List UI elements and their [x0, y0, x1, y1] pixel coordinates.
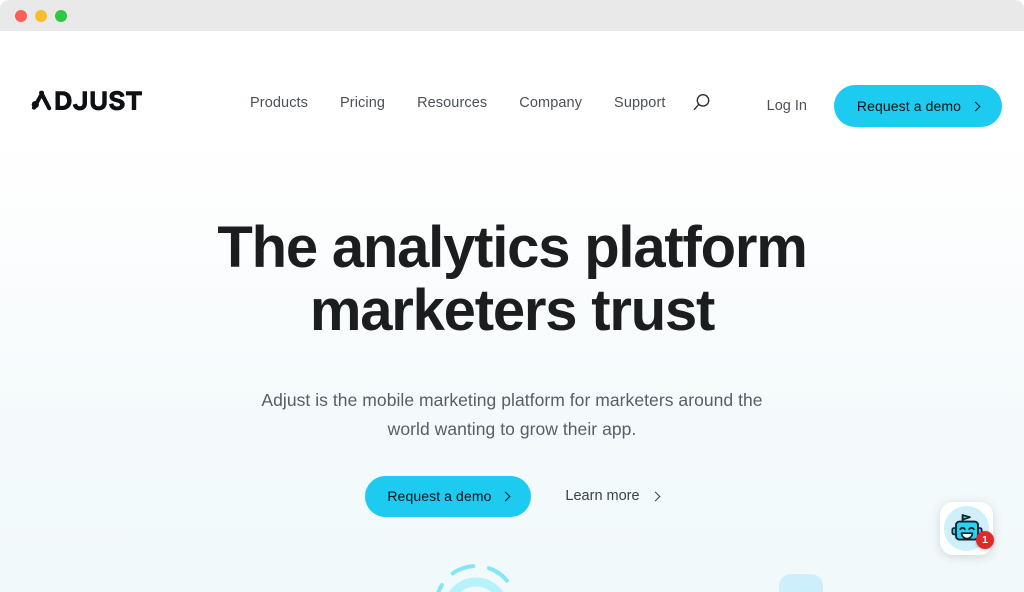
learn-more-label: Learn more — [565, 488, 640, 505]
close-window-button[interactable] — [15, 9, 27, 22]
hero-request-demo-button[interactable]: Request a demo — [365, 475, 532, 517]
hero-request-demo-label: Request a demo — [387, 488, 492, 505]
page-title: The analytics platform marketers trust — [217, 215, 807, 343]
nav-item-products[interactable]: Products — [250, 95, 308, 111]
search-icon[interactable] — [692, 93, 711, 112]
header-request-demo-label: Request a demo — [856, 98, 962, 114]
nav-item-support[interactable]: Support — [614, 95, 666, 111]
minimize-window-button[interactable] — [35, 9, 47, 22]
hero-section: The analytics platform marketers trust A… — [0, 119, 1024, 517]
nav-item-company[interactable]: Company — [519, 95, 582, 111]
browser-window: Products Pricing Resources Company Suppo… — [0, 0, 1024, 592]
learn-more-link[interactable]: Learn more — [565, 488, 661, 505]
chat-unread-badge[interactable]: 1 — [976, 531, 994, 549]
dashed-arc-decoration — [428, 558, 524, 592]
chevron-right-icon — [970, 101, 981, 111]
maximize-window-button[interactable] — [55, 9, 67, 22]
hero-subtitle: Adjust is the mobile marketing platform … — [261, 390, 763, 439]
login-link[interactable]: Log In — [767, 98, 807, 114]
window-titlebar — [0, 0, 1024, 31]
chevron-right-icon — [650, 491, 661, 502]
page-viewport: Products Pricing Resources Company Suppo… — [0, 31, 1024, 592]
nav-item-pricing[interactable]: Pricing — [340, 95, 385, 111]
chevron-right-icon — [501, 491, 511, 502]
main-navigation: Products Pricing Resources Company Suppo… — [250, 93, 711, 112]
hero-cta-row: Request a demo Learn more — [0, 475, 1024, 517]
nav-item-resources[interactable]: Resources — [417, 95, 487, 111]
adjust-logo[interactable] — [30, 88, 142, 114]
site-header: Products Pricing Resources Company Suppo… — [0, 31, 1024, 127]
rounded-rect-decoration — [779, 574, 823, 592]
